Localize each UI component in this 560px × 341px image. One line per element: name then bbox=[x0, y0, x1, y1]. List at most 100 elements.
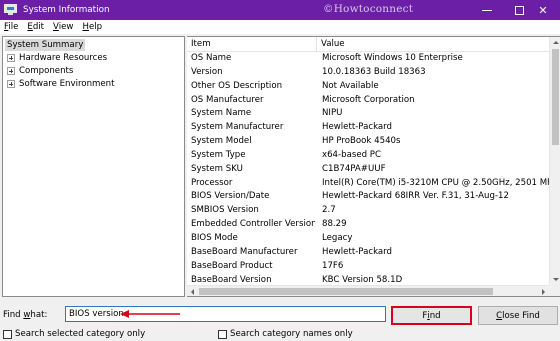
table-row[interactable]: OS Name Microsoft Windows 10 Enterprise bbox=[187, 52, 549, 66]
table-row[interactable]: Processor Intel(R) Core(TM) i5-3210M CPU … bbox=[187, 177, 549, 191]
menu-edit[interactable]: Edit bbox=[23, 22, 49, 32]
tree-item-label: Components bbox=[19, 66, 74, 76]
chevron-right-icon bbox=[542, 288, 545, 295]
system-information-app-icon bbox=[4, 4, 17, 16]
horizontal-scrollbar[interactable] bbox=[187, 285, 549, 296]
menu-bar: File Edit View Help bbox=[0, 20, 560, 34]
row-value-cell: NIPU bbox=[322, 108, 343, 119]
row-item-cell: SMBIOS Version bbox=[191, 205, 259, 216]
table-row[interactable]: System Model HP ProBook 4540s bbox=[187, 135, 549, 149]
table-row[interactable]: System Type x64-based PC bbox=[187, 149, 549, 163]
row-item-cell: Embedded Controller Version bbox=[191, 219, 315, 230]
row-value-cell: Hewlett-Packard 68IRR Ver. F.31, 31-Aug-… bbox=[322, 191, 509, 202]
row-item-cell: BIOS Version/Date bbox=[191, 191, 270, 202]
row-value-cell: HP ProBook 4540s bbox=[322, 136, 401, 147]
close-button[interactable]: ✕ bbox=[525, 0, 560, 20]
checkbox-box[interactable] bbox=[3, 329, 12, 339]
row-item-cell: Processor bbox=[191, 177, 233, 188]
row-item-cell: System Model bbox=[191, 136, 252, 147]
row-value-cell: C1B74PA#UUF bbox=[322, 163, 386, 174]
scroll-up-button[interactable] bbox=[550, 37, 560, 48]
find-what-input[interactable] bbox=[65, 306, 386, 322]
minimize-button[interactable] bbox=[469, 0, 505, 20]
horizontal-scroll-thumb[interactable] bbox=[199, 288, 493, 295]
menu-help[interactable]: Help bbox=[78, 22, 107, 32]
checkbox-label: Search category names only bbox=[230, 329, 353, 339]
close-icon: ✕ bbox=[538, 3, 548, 17]
row-item-cell: Other OS Description bbox=[191, 80, 283, 91]
table-row[interactable]: BaseBoard Product 17F6 bbox=[187, 260, 549, 274]
row-value-cell: Hewlett-Packard bbox=[322, 246, 393, 257]
tree-item-label: Hardware Resources bbox=[19, 53, 108, 63]
scroll-left-button[interactable] bbox=[187, 286, 198, 296]
category-tree: System Summary Hardware Resources Compon… bbox=[2, 36, 185, 297]
vertical-scrollbar[interactable] bbox=[549, 37, 560, 285]
row-value-cell: 17F6 bbox=[322, 260, 344, 271]
details-list: Item Value OS Name Microsoft Windows 10 E… bbox=[187, 36, 560, 297]
row-item-cell: System Type bbox=[191, 149, 246, 160]
row-item-cell: System Name bbox=[191, 108, 252, 119]
table-row[interactable]: System Manufacturer Hewlett-Packard bbox=[187, 121, 549, 135]
window-title: System Information bbox=[23, 5, 110, 15]
expand-icon[interactable] bbox=[7, 54, 15, 62]
tree-item-system-summary[interactable]: System Summary bbox=[5, 39, 86, 51]
row-value-cell: 10.0.18363 Build 18363 bbox=[322, 66, 426, 77]
expand-icon[interactable] bbox=[7, 80, 15, 88]
watermark: ©Howtoconnect bbox=[323, 3, 414, 15]
column-header-value[interactable]: Value bbox=[317, 37, 549, 52]
minimize-icon bbox=[482, 9, 492, 11]
checkbox-label: Search selected category only bbox=[15, 329, 146, 339]
table-row[interactable]: BIOS Mode Legacy bbox=[187, 232, 549, 246]
menu-file[interactable]: File bbox=[0, 22, 23, 32]
table-row[interactable]: Other OS Description Not Available bbox=[187, 80, 549, 94]
close-find-button[interactable]: Close Find bbox=[478, 306, 558, 325]
search-category-names-checkbox[interactable]: Search category names only bbox=[218, 329, 353, 339]
table-row[interactable]: Version 10.0.18363 Build 18363 bbox=[187, 66, 549, 80]
tree-item-software-environment[interactable]: Software Environment bbox=[7, 78, 115, 90]
row-item-cell: System SKU bbox=[191, 163, 243, 174]
row-value-cell: Intel(R) Core(TM) i5-3210M CPU @ 2.50GHz… bbox=[322, 177, 549, 188]
tree-item-hardware-resources[interactable]: Hardware Resources bbox=[7, 52, 107, 64]
table-row[interactable]: SMBIOS Version 2.7 bbox=[187, 204, 549, 218]
column-header-item[interactable]: Item bbox=[187, 37, 317, 52]
table-row[interactable]: BaseBoard Manufacturer Hewlett-Packard bbox=[187, 246, 549, 260]
row-value-cell: Microsoft Corporation bbox=[322, 94, 415, 105]
expand-icon[interactable] bbox=[7, 67, 15, 75]
scroll-right-button[interactable] bbox=[538, 286, 549, 296]
row-item-cell: System Manufacturer bbox=[191, 122, 284, 133]
table-row[interactable]: System SKU C1B74PA#UUF bbox=[187, 163, 549, 177]
row-value-cell: Microsoft Windows 10 Enterprise bbox=[322, 53, 463, 63]
row-item-cell: BaseBoard Product bbox=[191, 260, 273, 271]
maximize-icon bbox=[514, 5, 524, 15]
table-row[interactable]: BIOS Version/Date Hewlett-Packard 68IRR V… bbox=[187, 190, 549, 204]
row-value-cell: 2.7 bbox=[322, 205, 336, 216]
find-what-label: Find what: bbox=[3, 310, 48, 320]
table-row[interactable]: OS Manufacturer Microsoft Corporation bbox=[187, 94, 549, 108]
row-value-cell: 88.29 bbox=[322, 219, 347, 230]
tree-item-label: Software Environment bbox=[19, 79, 115, 89]
list-header: Item Value bbox=[187, 37, 549, 52]
row-item-cell: BIOS Mode bbox=[191, 232, 238, 243]
tree-item-components[interactable]: Components bbox=[7, 65, 73, 77]
row-item-cell: OS Name bbox=[191, 53, 232, 63]
chevron-left-icon bbox=[191, 288, 194, 295]
row-value-cell: x64-based PC bbox=[322, 149, 381, 160]
scroll-down-button[interactable] bbox=[550, 274, 560, 285]
chevron-up-icon bbox=[552, 41, 559, 44]
row-value-cell: Not Available bbox=[322, 80, 379, 91]
row-item-cell: OS Manufacturer bbox=[191, 94, 264, 105]
checkbox-box[interactable] bbox=[218, 329, 227, 339]
table-row[interactable]: Embedded Controller Version 88.29 bbox=[187, 218, 549, 232]
row-value-cell: Legacy bbox=[322, 232, 353, 243]
row-item-cell: BaseBoard Manufacturer bbox=[191, 246, 298, 257]
find-button[interactable]: Fi nd bbox=[391, 306, 472, 325]
scrollbar-corner bbox=[549, 285, 560, 296]
search-selected-category-checkbox[interactable]: Search selected category only bbox=[3, 329, 145, 339]
list-rows: OS Name Microsoft Windows 10 Enterprise Ve… bbox=[187, 52, 549, 287]
menu-view[interactable]: View bbox=[49, 22, 78, 32]
row-item-cell: Version bbox=[191, 66, 223, 77]
vertical-scroll-thumb[interactable] bbox=[552, 49, 559, 145]
annotation-arrow-icon bbox=[120, 310, 180, 318]
table-row[interactable]: System Name NIPU bbox=[187, 107, 549, 121]
tree-item-label: System Summary bbox=[7, 40, 84, 50]
